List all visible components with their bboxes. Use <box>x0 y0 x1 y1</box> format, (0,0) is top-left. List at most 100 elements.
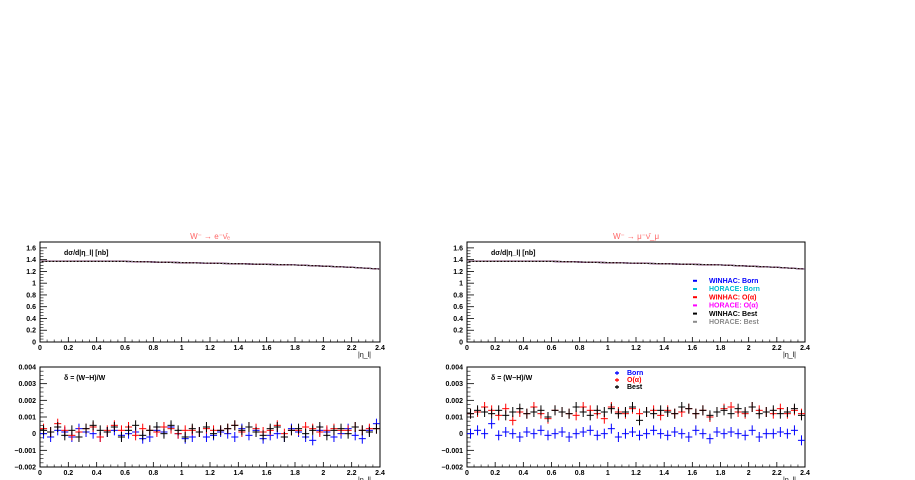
data-point <box>523 427 531 437</box>
y-tick-label: 0.4 <box>453 316 463 323</box>
data-point <box>657 405 665 416</box>
x-axis-label: |η_l| <box>783 352 796 359</box>
y-tick-label: 1 <box>459 281 463 288</box>
data-point <box>474 405 482 416</box>
data-point <box>762 407 770 417</box>
data-point <box>699 428 707 439</box>
x-tick-label: 0.2 <box>63 470 73 477</box>
data-point <box>628 427 636 437</box>
x-tick-label: 0.4 <box>518 345 528 352</box>
data-point <box>89 420 97 431</box>
data-point <box>181 432 189 442</box>
panel-bottom-right: 0 0.2 0.4 0.6 0.8 1 1.2 1.4 1.6 1.8 2 2.2 2.4 −0.002 −… <box>441 365 810 480</box>
panel-title: W⁻ → e⁻ν̄ₑ <box>190 232 230 241</box>
y-tick-label: 0.004 <box>445 365 463 372</box>
y-axis-label: dσ/d|η_l| [nb] <box>64 250 108 257</box>
x-tick-label: 1.4 <box>659 470 669 477</box>
x-tick-label: 0.4 <box>92 470 102 477</box>
panel-top-right: 0 0.2 0.4 0.6 0.8 1 1.2 1.4 1.6 1.8 2 2.2 2.4 0 0.2 0.4… <box>453 232 810 359</box>
data-point <box>664 430 672 441</box>
data-point <box>238 425 246 436</box>
data-point <box>790 403 798 414</box>
data-point <box>245 422 253 432</box>
data-point <box>495 405 503 416</box>
data-point <box>607 403 615 414</box>
legend-entry: WINHAC: Born <box>709 278 758 285</box>
y-tick-label: 1.4 <box>453 257 463 264</box>
legend-entry: O(α) <box>627 377 641 384</box>
x-tick-label: 2.2 <box>772 470 782 477</box>
data-point <box>586 425 594 436</box>
data-point <box>657 428 665 439</box>
x-tick-label: 1 <box>180 470 184 477</box>
plot-frame <box>39 366 381 468</box>
data-point <box>628 402 636 412</box>
data-point <box>797 410 805 421</box>
data-point <box>572 402 580 412</box>
data-point <box>621 407 629 417</box>
y-tick-label: −0.002 <box>14 465 36 472</box>
x-tick-label: 0 <box>38 470 42 477</box>
data-point <box>544 430 552 441</box>
data-point <box>558 427 566 437</box>
x-tick-label: 1.4 <box>659 345 669 352</box>
x-tick-label: 2 <box>747 345 751 352</box>
y-tick-label: 0.2 <box>26 328 36 335</box>
x-tick-label: 1.6 <box>687 345 697 352</box>
data-point <box>530 428 538 439</box>
data-point <box>797 435 805 446</box>
data-point <box>692 425 700 436</box>
data-point <box>776 408 784 419</box>
data-point <box>713 427 721 437</box>
data-point <box>224 423 232 434</box>
data-point <box>502 410 510 421</box>
x-tick-label: 0.4 <box>518 470 528 477</box>
x-tick-label: 1.8 <box>290 470 300 477</box>
x-tick-label: 2.4 <box>800 470 810 477</box>
y-tick-label: 1.2 <box>26 269 36 276</box>
data-point <box>685 432 693 442</box>
data-point <box>607 423 615 434</box>
y-tick-label: 0 <box>459 340 463 347</box>
data-point <box>748 402 756 412</box>
y-tick-label: 0.001 <box>445 415 463 422</box>
data-point <box>692 408 700 419</box>
data-point <box>217 425 225 436</box>
series-line <box>467 260 806 270</box>
y-tick-label: 1.4 <box>26 257 36 264</box>
data-point <box>509 428 517 439</box>
x-tick-label: 1.6 <box>262 345 272 352</box>
legend-entry: WINHAC: O(α) <box>709 294 756 301</box>
data-point <box>600 428 608 439</box>
x-tick-label: 0 <box>38 345 42 352</box>
y-tick-label: 0 <box>32 431 36 438</box>
x-tick-label: 0.2 <box>490 345 500 352</box>
data-point <box>600 407 608 417</box>
y-tick-label: 0.003 <box>445 381 463 388</box>
legend-entry: Best <box>627 384 643 391</box>
data-point <box>565 408 573 419</box>
data-point <box>762 428 770 439</box>
data-point <box>481 407 489 417</box>
y-tick-label: −0.001 <box>14 448 36 455</box>
y-axis-label: dσ/d|η_l| [nb] <box>491 250 535 257</box>
data-point <box>337 423 345 434</box>
legend-entry: HORACE: Born <box>709 286 760 293</box>
data-point <box>516 432 524 442</box>
series-line <box>467 260 806 270</box>
data-point <box>776 427 784 437</box>
x-tick-label: 1 <box>180 345 184 352</box>
data-point <box>572 428 580 439</box>
data-point <box>579 407 587 417</box>
data-point <box>565 432 573 442</box>
series-line <box>40 260 381 270</box>
y-tick-label: 0.6 <box>26 304 36 311</box>
data-point <box>146 425 154 436</box>
data-point <box>96 425 104 436</box>
series-line <box>40 260 381 270</box>
data-point <box>273 422 281 432</box>
x-tick-label: 0.8 <box>575 470 585 477</box>
y-tick-label: 0.8 <box>453 292 463 299</box>
data-point <box>734 428 742 439</box>
series-line <box>40 260 381 270</box>
